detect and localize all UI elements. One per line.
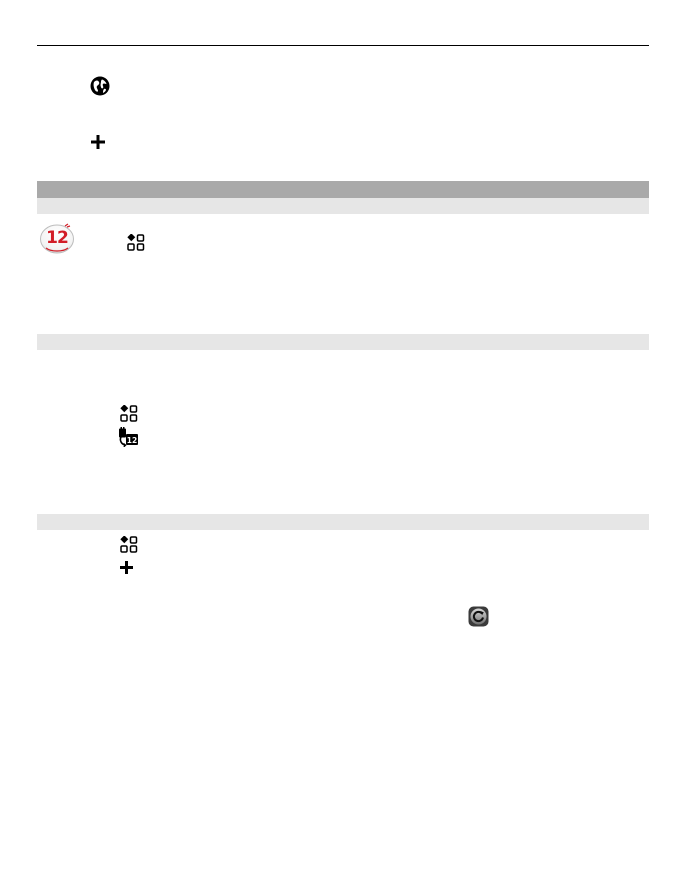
refresh-icon <box>468 606 489 627</box>
calendar-icon: 12 <box>40 222 74 254</box>
calendar-sync-icon: 12 <box>118 427 139 447</box>
section-header-bar <box>37 181 649 198</box>
globe-icon <box>90 76 110 96</box>
menu-apps-icon <box>120 536 138 553</box>
section-subheader-bar <box>37 334 649 350</box>
calendar-day-number: 12 <box>46 228 69 248</box>
menu-apps-icon <box>120 405 138 422</box>
section-subheader-bar <box>37 514 649 530</box>
plus-icon <box>91 135 105 149</box>
plus-icon <box>120 561 133 574</box>
section-subheader-bar <box>37 198 649 214</box>
svg-text:12: 12 <box>127 436 137 445</box>
header-rule <box>37 45 649 46</box>
menu-apps-icon <box>127 234 145 251</box>
